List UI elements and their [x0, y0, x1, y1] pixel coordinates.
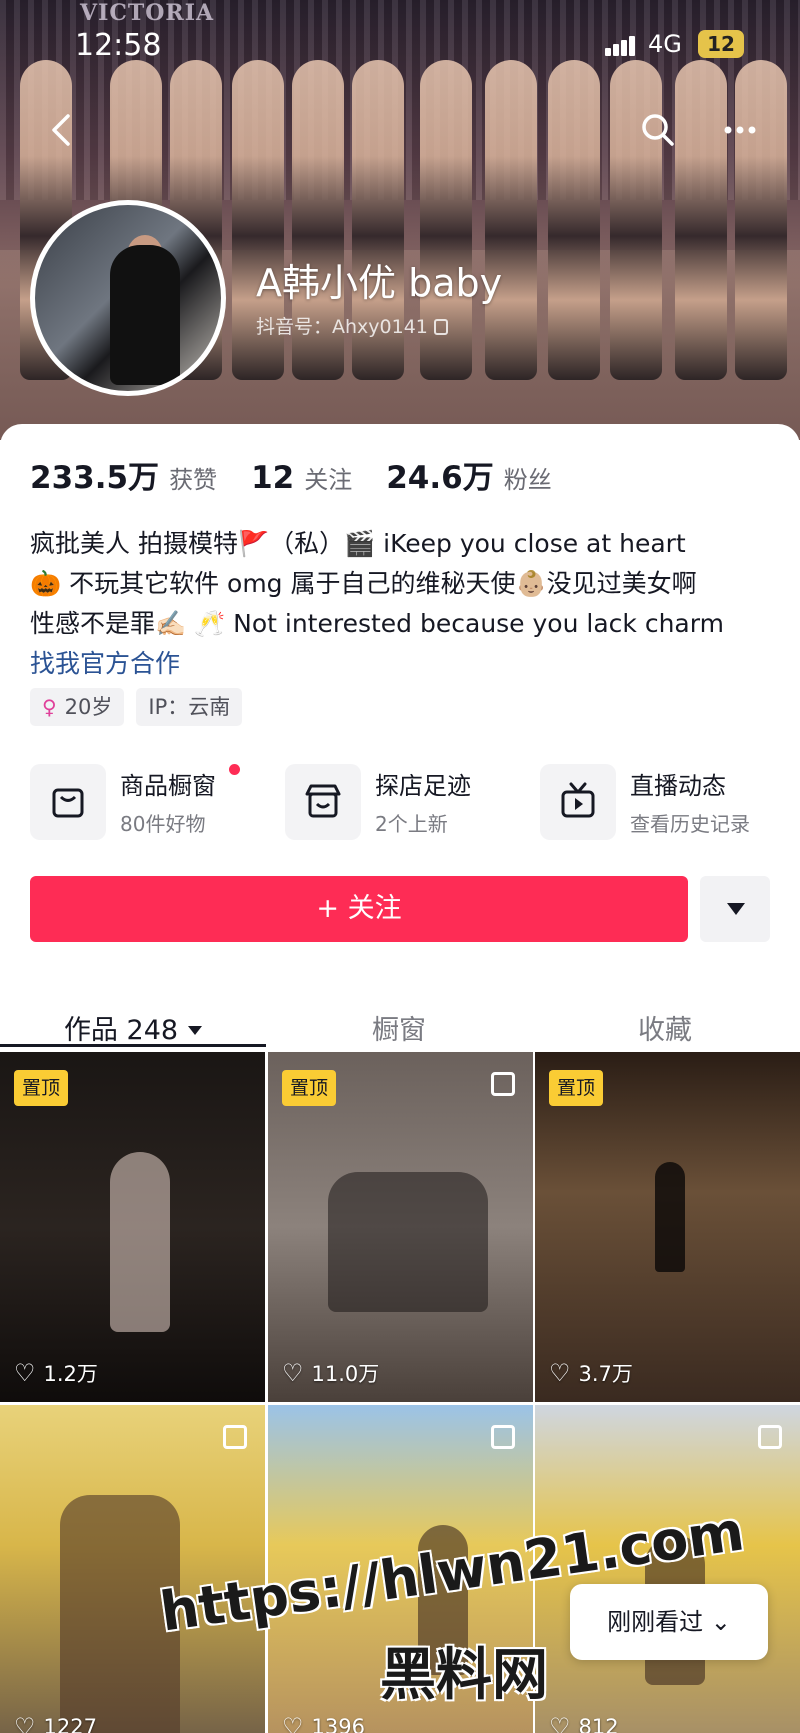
heart-icon: ♡	[549, 1359, 571, 1387]
tab-label: 收藏	[638, 1015, 692, 1046]
like-count: ♡ 11.0万	[282, 1358, 379, 1388]
ip-text: IP：云南	[148, 695, 231, 719]
stat-label: 获赞	[169, 466, 218, 494]
like-count: ♡ 3.7万	[549, 1358, 633, 1388]
heart-icon: ♡	[549, 1713, 571, 1733]
copy-icon[interactable]	[433, 319, 448, 335]
recommend-dropdown-button[interactable]	[700, 876, 770, 942]
network-label: 4G	[648, 30, 682, 58]
like-count-text: 1396	[311, 1715, 365, 1733]
banner-figure	[548, 60, 600, 380]
stat-label: 粉丝	[503, 466, 552, 494]
video-thumbnail[interactable]: 置顶 ♡ 11.0万	[268, 1052, 533, 1402]
shopping-bag-icon	[30, 764, 106, 840]
entry-store-visits[interactable]: 探店足迹 2个上新	[285, 762, 525, 842]
video-thumbnail[interactable]: ♡ 1227	[0, 1405, 265, 1733]
like-count-text: 3.7万	[578, 1362, 633, 1386]
douyin-id-text: 抖音号：Ahxy0141	[256, 316, 428, 338]
heart-icon: ♡	[282, 1359, 304, 1387]
entry-subtitle: 2个上新	[375, 812, 448, 836]
search-button[interactable]	[638, 110, 678, 150]
avatar[interactable]	[30, 200, 226, 396]
recently-viewed-button[interactable]: 刚刚看过 ⌄	[570, 1584, 768, 1660]
tab-indicator	[0, 1044, 266, 1047]
caret-down-icon	[727, 903, 745, 915]
female-icon: ♀	[42, 695, 57, 719]
bio: 疯批美人 拍摄模特🚩（私）🎬 iKeep you close at heart …	[30, 524, 780, 644]
watermark-text: 黑料网	[380, 1643, 548, 1708]
tab-label: 作品 248	[63, 1015, 179, 1046]
like-count-text: 11.0万	[311, 1362, 380, 1386]
live-tv-icon	[540, 764, 616, 840]
follow-button[interactable]: + 关注	[30, 876, 688, 942]
stat-likes[interactable]: 233.5万 获赞	[30, 452, 217, 497]
stat-value: 233.5万	[30, 460, 160, 496]
collab-link[interactable]: 找我官方合作	[30, 644, 180, 680]
banner-figure	[735, 60, 787, 380]
entry-live-history[interactable]: 直播动态 查看历史记录	[540, 762, 780, 842]
video-thumbnail[interactable]: 置顶 ♡ 1.2万	[0, 1052, 265, 1402]
banner-figure	[485, 60, 537, 380]
banner-figure	[675, 60, 727, 380]
like-count: ♡ 1227	[14, 1713, 97, 1733]
heart-icon: ♡	[14, 1359, 36, 1387]
status-time: 12:58	[75, 28, 162, 63]
notification-dot	[229, 764, 240, 775]
stats-row: 233.5万 获赞 12 关注 24.6万 粉丝	[30, 452, 586, 497]
entry-title: 探店足迹	[375, 772, 471, 800]
bio-line: 疯批美人 拍摄模特🚩（私）🎬 iKeep you close at heart	[30, 529, 686, 558]
banner-figure	[610, 60, 662, 380]
entry-title: 商品橱窗	[120, 772, 216, 800]
status-bar: 12:58 4G 12	[0, 0, 800, 90]
tab-label: 橱窗	[372, 1015, 426, 1046]
bio-line: 性感不是罪✍🏻 🥂 Not interested because you lac…	[30, 609, 724, 638]
entry-title: 直播动态	[630, 772, 726, 800]
stat-followers[interactable]: 24.6万 粉丝	[386, 452, 552, 497]
multi-image-icon	[491, 1425, 515, 1449]
signal-icon	[605, 36, 635, 56]
bio-line: 🎃 不玩其它软件 omg 属于自己的维秘天使👶🏼没见过美女啊	[30, 569, 697, 598]
back-button[interactable]	[42, 110, 82, 150]
ip-tag: IP：云南	[136, 688, 243, 726]
caret-down-icon	[188, 1026, 203, 1035]
multi-image-icon	[491, 1072, 515, 1096]
nickname: A韩小优 baby	[256, 261, 503, 305]
battery-icon: 12	[698, 30, 744, 58]
entry-shop-window[interactable]: 商品橱窗 80件好物	[30, 762, 270, 842]
stat-value: 12	[251, 460, 295, 496]
douyin-id[interactable]: 抖音号：Ahxy0141	[256, 312, 448, 339]
like-count-text: 1227	[43, 1715, 97, 1733]
search-icon	[642, 114, 674, 146]
entry-subtitle: 查看历史记录	[630, 812, 750, 836]
pinned-badge: 置顶	[282, 1070, 337, 1106]
back-arrow-icon	[52, 114, 70, 146]
multi-image-icon	[223, 1425, 247, 1449]
stat-following[interactable]: 12 关注	[251, 460, 352, 496]
tags-row: ♀ 20岁 IP：云南	[30, 688, 254, 726]
heart-icon: ♡	[282, 1713, 304, 1733]
age-text: 20岁	[64, 695, 113, 719]
stat-value: 24.6万	[386, 460, 494, 496]
like-count-text: 1.2万	[43, 1362, 98, 1386]
video-thumbnail[interactable]: 置顶 ♡ 3.7万	[535, 1052, 800, 1402]
stat-label: 关注	[304, 466, 353, 494]
pinned-badge: 置顶	[549, 1070, 604, 1106]
entries-row: 商品橱窗 80件好物 探店足迹 2个上新 直播动态 查看历史记录	[30, 762, 780, 842]
age-tag: ♀ 20岁	[30, 688, 125, 726]
heart-icon: ♡	[14, 1713, 36, 1733]
like-count: ♡ 1.2万	[14, 1358, 98, 1388]
more-dots-icon	[724, 126, 756, 134]
entry-subtitle: 80件好物	[120, 812, 206, 836]
store-icon	[285, 764, 361, 840]
more-button[interactable]	[720, 112, 760, 152]
pinned-badge: 置顶	[14, 1070, 69, 1106]
like-count: ♡ 1396	[282, 1713, 365, 1733]
like-count: ♡ 812	[549, 1713, 619, 1733]
like-count-text: 812	[578, 1715, 619, 1733]
multi-image-icon	[758, 1425, 782, 1449]
